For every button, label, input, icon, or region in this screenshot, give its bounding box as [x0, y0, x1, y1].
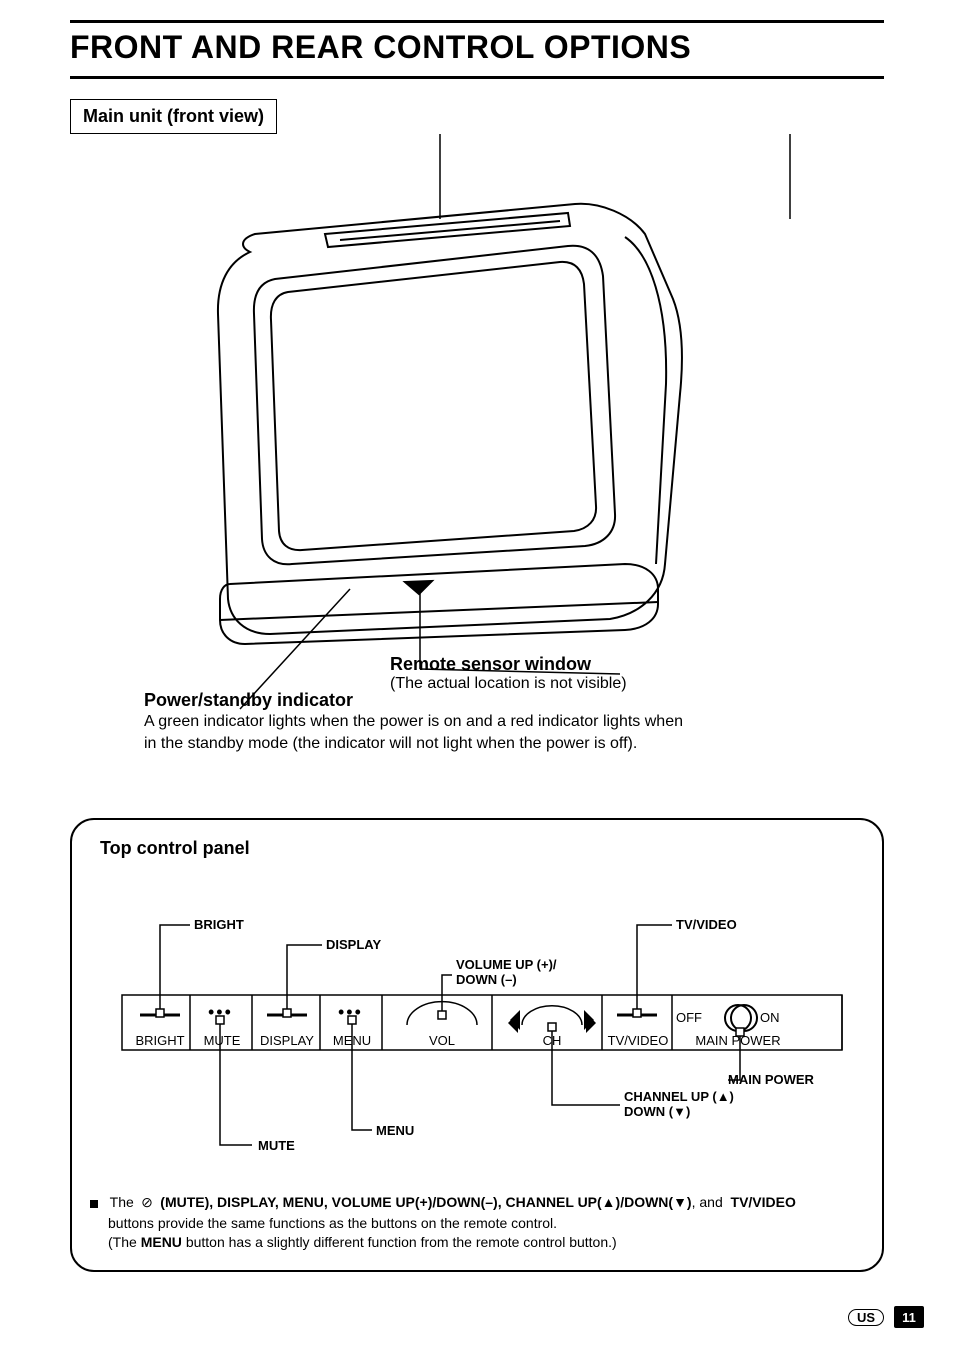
strip-display-label: DISPLAY: [255, 1033, 319, 1048]
strip-bright-label: BRIGHT: [130, 1033, 190, 1048]
page-title: FRONT AND REAR CONTROL OPTIONS: [70, 29, 884, 66]
bullet-icon: [90, 1200, 98, 1208]
strip-vol-label: VOL: [417, 1033, 467, 1048]
panel-note: The ⊘ (MUTE), DISPLAY, MENU, VOLUME UP(+…: [90, 1193, 882, 1252]
note-pre: The: [110, 1194, 134, 1210]
note-bold2-text: TV/VIDEO: [731, 1194, 796, 1210]
title-row: FRONT AND REAR CONTROL OPTIONS: [70, 20, 884, 79]
callout-display: DISPLAY: [326, 937, 381, 952]
strip-ch-label: CH: [532, 1033, 572, 1048]
top-control-panel: Top control panel: [70, 818, 884, 1272]
callout-volume: VOLUME UP (+)/ DOWN (–): [456, 958, 557, 988]
strip-mainpower-label: MAIN POWER: [678, 1033, 798, 1048]
region-badge: US: [848, 1309, 884, 1326]
strip-on-label: ON: [760, 1010, 780, 1025]
note-line2: buttons provide the same functions as th…: [108, 1214, 557, 1233]
strip-off-label: OFF: [676, 1010, 702, 1025]
subtitle-box: Main unit (front view): [70, 99, 277, 134]
mute-icon: ⊘: [138, 1196, 157, 1211]
callout-channel: CHANNEL UP (▲) DOWN (▼): [624, 1090, 734, 1120]
front-view-figure: Remote sensor window (The actual locatio…: [70, 134, 884, 794]
page-footer: US 11: [848, 1306, 924, 1328]
power-standby-title: Power/standby indicator: [144, 690, 684, 711]
callout-menu: MENU: [376, 1123, 414, 1138]
strip-menu-label: MENU: [326, 1033, 378, 1048]
note-line3post: button has a slightly different function…: [186, 1234, 617, 1250]
note-bold1: (MUTE), DISPLAY, MENU, VOLUME UP(+)/DOWN…: [160, 1194, 691, 1210]
callout-mainpower: MAIN POWER: [728, 1072, 814, 1087]
page-number: 11: [894, 1306, 924, 1328]
strip-tv-label: TV/VIDEO: [605, 1033, 671, 1048]
strip-mute-label: MUTE: [196, 1033, 248, 1048]
remote-sensor-title: Remote sensor window: [390, 654, 627, 675]
note-line3pre: (The: [108, 1234, 137, 1250]
remote-sensor-label: Remote sensor window (The actual locatio…: [390, 654, 627, 693]
power-standby-body: A green indicator lights when the power …: [144, 711, 684, 754]
callout-bright: BRIGHT: [194, 917, 244, 932]
power-standby-label: Power/standby indicator A green indicato…: [144, 690, 684, 754]
callout-tv: TV/VIDEO: [676, 917, 737, 932]
note-line3bold: MENU: [141, 1234, 182, 1250]
note-mid: , and: [692, 1194, 723, 1210]
callout-mute: MUTE: [258, 1138, 295, 1153]
